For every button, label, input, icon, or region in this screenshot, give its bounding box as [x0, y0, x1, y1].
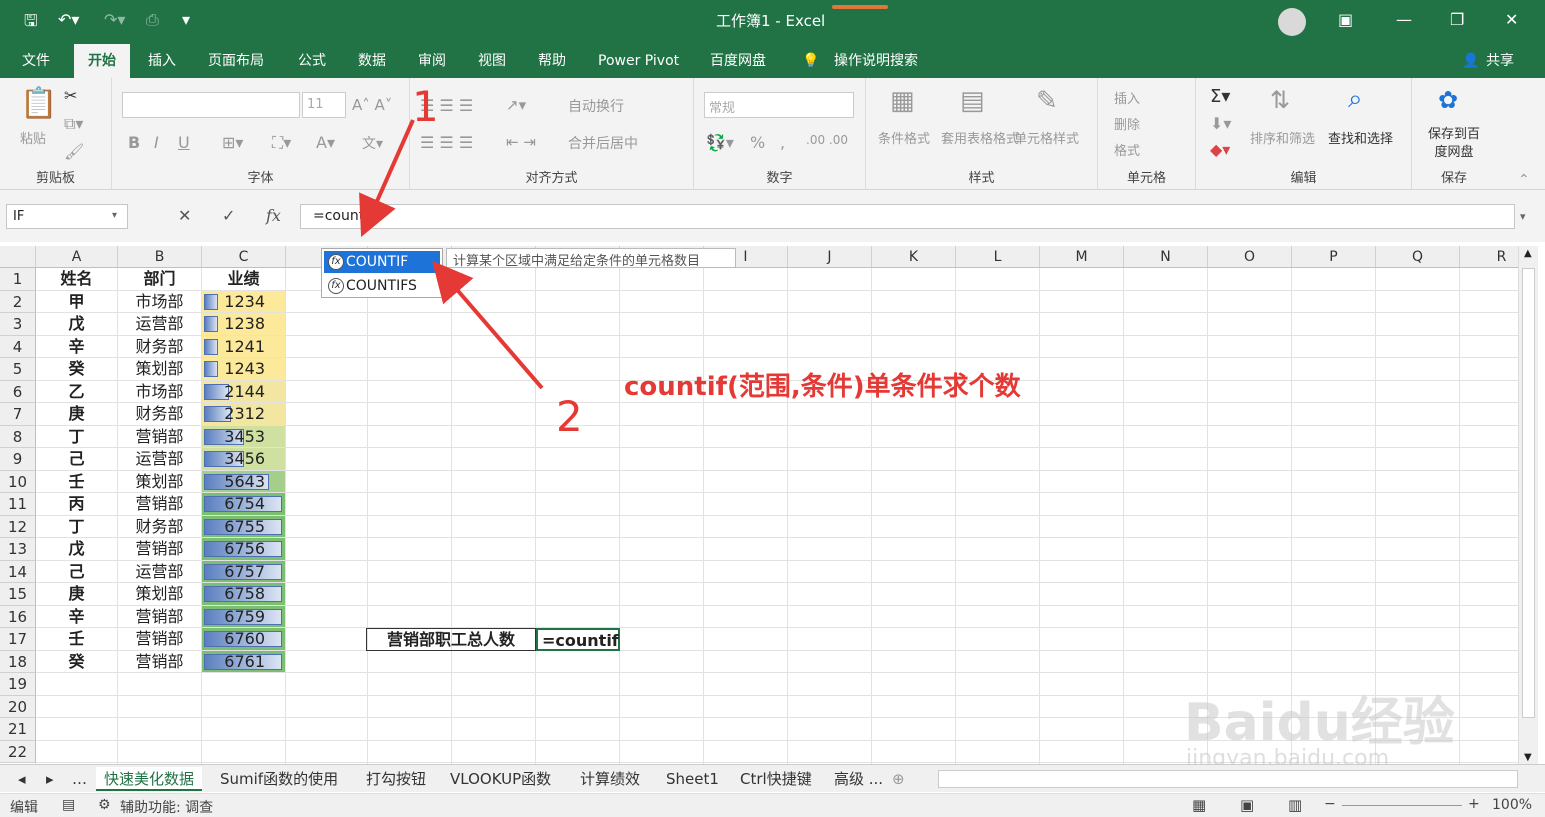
- horizontal-scrollbar[interactable]: [938, 770, 1518, 788]
- status-mode: 编辑: [10, 800, 38, 816]
- sheet-tab[interactable]: VLOOKUP函数: [442, 767, 559, 791]
- accessibility-status[interactable]: 辅助功能: 调查: [120, 797, 213, 817]
- sheet-tab[interactable]: 快速美化数据: [96, 767, 203, 791]
- zoom-slider[interactable]: [1342, 805, 1462, 806]
- zoom-in-icon[interactable]: +: [1468, 796, 1480, 812]
- more-sheets-icon[interactable]: …: [64, 767, 95, 791]
- page-break-icon[interactable]: ▥: [1288, 796, 1302, 814]
- sheet-tab[interactable]: 计算绩效: [572, 767, 648, 791]
- sheet-tab[interactable]: 高级 ...: [826, 767, 891, 791]
- sheet-tabs-bar: ◂ ▸ … 快速美化数据 Sumif函数的使用 打勾按钮 VLOOKUP函数 计算绩效 S…: [0, 764, 1545, 792]
- annotation-step-2: 2: [556, 392, 583, 441]
- normal-view-icon[interactable]: ▦: [1192, 796, 1206, 814]
- page-layout-icon[interactable]: ▣: [1240, 796, 1254, 814]
- arrow-to-formula: [359, 119, 415, 237]
- sheet-tab[interactable]: Sumif函数的使用: [212, 767, 346, 791]
- sheet-tab[interactable]: Sheet1: [658, 767, 727, 791]
- zoom-out-icon[interactable]: −: [1324, 796, 1336, 812]
- zoom-level[interactable]: 100%: [1492, 797, 1532, 813]
- sheet-tab[interactable]: 打勾按钮: [358, 767, 434, 791]
- status-bar: 编辑 ▤ ⚙ 辅助功能: 调查 ▦ ▣ ▥ − + 100%: [0, 793, 1545, 817]
- sheet-tab[interactable]: Ctrl快捷键: [732, 767, 820, 791]
- next-sheet-icon[interactable]: ▸: [38, 767, 62, 791]
- excel-window: 🖫 ↶▾ ↷▾ ⎙ ▾ 工作簿1 - Excel ▣ — ❐ ✕ 文件 开始 插…: [0, 0, 1545, 817]
- accessibility-icon[interactable]: ⚙: [98, 797, 111, 813]
- watermark-logo: Baidu经验: [1184, 693, 1455, 753]
- prev-sheet-icon[interactable]: ◂: [10, 767, 34, 791]
- arrow-to-countif: [432, 260, 544, 390]
- annotation-note: countif(范围,条件)单条件求个数: [624, 372, 1021, 402]
- add-sheet-icon[interactable]: ⊕: [884, 767, 913, 791]
- macro-icon[interactable]: ▤: [62, 797, 75, 813]
- annotation-step-1: 1: [412, 82, 439, 131]
